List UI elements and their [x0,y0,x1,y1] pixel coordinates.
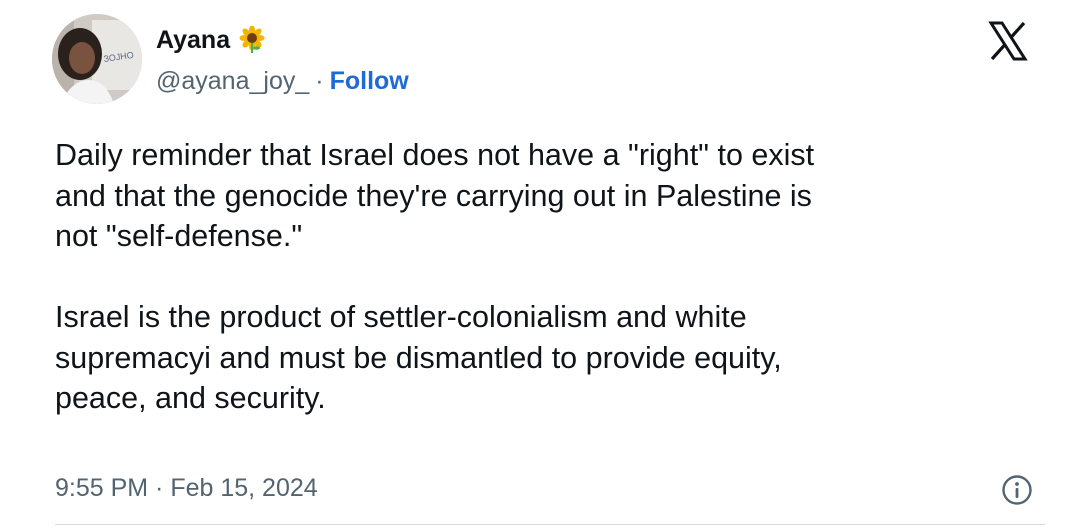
handle-row: @ayana_joy_ · Follow [156,66,409,96]
tweet-paragraph: Daily reminder that Israel does not have… [55,138,815,253]
info-icon[interactable] [1001,474,1033,506]
tweet-timestamp[interactable]: 9:55 PM · Feb 15, 2024 [55,473,318,503]
display-name[interactable]: Ayana [156,25,230,55]
tweet-paragraph: Israel is the product of settler-colonia… [55,300,782,415]
tweet-card: ЗОЈНО Ayana @ayana_joy_ · Follow Daily r… [0,0,1089,529]
avatar[interactable]: ЗОЈНО [52,14,142,104]
separator-dot: · [315,67,324,95]
author-name-row[interactable]: Ayana [156,25,266,55]
user-handle[interactable]: @ayana_joy_ [156,66,309,96]
avatar-photo: ЗОЈНО [52,14,142,104]
divider [55,524,1045,525]
follow-button[interactable]: Follow [330,66,409,96]
sunflower-icon [238,25,266,54]
x-logo-icon[interactable] [988,21,1028,61]
tweet-text: Daily reminder that Israel does not have… [55,135,1045,419]
